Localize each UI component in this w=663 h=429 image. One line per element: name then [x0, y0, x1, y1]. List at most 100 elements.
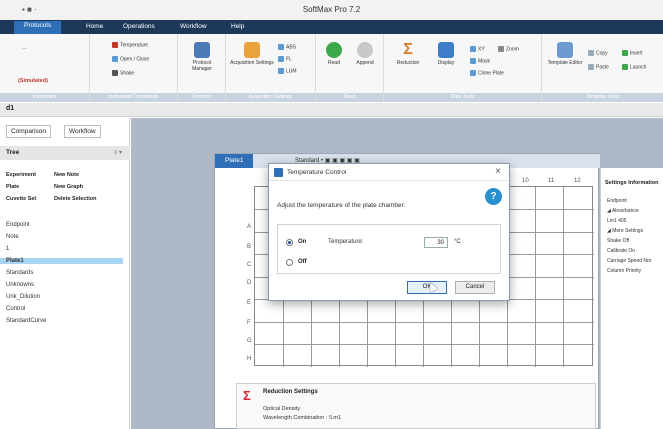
new-experiment-button[interactable]: Experiment	[6, 172, 36, 178]
instrument-name: —	[22, 46, 27, 52]
ribbon-group-commands: Temperature Open / Close Shake Instrumen…	[90, 34, 178, 102]
tree-item-endpoint[interactable]: Endpoint	[6, 222, 30, 228]
tree-title: Tree	[6, 149, 20, 156]
left-panel: Comparison Workflow Tree ≡ ▾ Experiment …	[0, 118, 130, 429]
delete-selection-button[interactable]: Delete Selection	[54, 196, 97, 202]
launch-button[interactable]: Launch	[622, 64, 646, 70]
tree-item-unk-dilution[interactable]: Unk_Dilution	[6, 294, 40, 300]
clone-plate-button[interactable]: Clone Plate	[470, 70, 504, 76]
display-button[interactable]: Display	[430, 42, 462, 66]
menu-help[interactable]: Help	[231, 23, 244, 30]
app-icon	[274, 168, 283, 177]
zoom-icon	[498, 46, 504, 52]
reduction-line: Optical Density	[263, 406, 300, 412]
group-label: Acquisition Settings	[226, 93, 315, 102]
col-label-10: 10	[522, 178, 529, 184]
tree-item-plate1[interactable]: Plate1	[0, 258, 123, 264]
lum-icon	[278, 68, 284, 74]
append-button[interactable]: Append	[350, 42, 380, 66]
ribbon-group-read: Read Append Read	[316, 34, 384, 102]
app-window: ▪ ■ · SoftMax Pro 7.2 Protocols Home Ope…	[0, 0, 663, 429]
menu-home[interactable]: Home	[86, 23, 103, 30]
menu-bar: Protocols Home Operations Workflow Help	[0, 20, 663, 34]
dialog-message: Adjust the temperature of the plate cham…	[277, 202, 406, 209]
settings-information-panel: Settings Information Endpoint ◢ Absorban…	[600, 168, 663, 429]
new-plate-button[interactable]: Plate	[6, 184, 19, 190]
reduction-settings-panel: Σ Reduction Settings Optical Density Wav…	[236, 383, 596, 429]
row-label-f: F	[247, 320, 251, 326]
temperature-input[interactable]: 30	[424, 237, 448, 248]
launch-icon	[622, 64, 628, 70]
insert-icon	[622, 50, 628, 56]
reduction-button[interactable]: Σ Reduction	[390, 41, 426, 67]
sigma-icon: Σ	[243, 388, 251, 403]
shake-button[interactable]: Shake	[112, 70, 134, 76]
ribbon-group-template-tools: Template Editor Copy Insert Paste Launch…	[542, 34, 663, 102]
group-label: Protocol	[178, 93, 225, 102]
tree-item-control[interactable]: Control	[6, 306, 25, 312]
radio-off-label[interactable]: Off	[298, 259, 307, 265]
protocol-manager-button[interactable]: Protocol Manager	[184, 42, 220, 72]
mask-icon	[470, 58, 476, 64]
group-label: Data Tools	[384, 93, 541, 102]
template-editor-button[interactable]: Template Editor	[546, 42, 584, 66]
xy-icon	[470, 46, 476, 52]
fl-button[interactable]: FL	[278, 56, 292, 62]
zoom-button[interactable]: Zoom	[498, 46, 519, 52]
menu-workflow[interactable]: Workflow	[180, 23, 207, 30]
fl-icon	[278, 56, 284, 62]
paste-button[interactable]: Paste	[588, 64, 609, 70]
tree-item-standards[interactable]: Standards	[6, 270, 33, 276]
settings-heading: Settings Information	[605, 180, 659, 186]
thermometer-icon	[112, 42, 118, 48]
acquisition-settings-button[interactable]: Acquisition Settings	[230, 42, 274, 66]
tree-menu-icon[interactable]: ≡ ▾	[114, 149, 122, 156]
new-graph-button[interactable]: New Graph	[54, 184, 83, 190]
tab-comparison[interactable]: Comparison	[6, 125, 52, 138]
new-note-button[interactable]: New Note	[54, 172, 79, 178]
new-cuvette-set-button[interactable]: Cuvette Set	[6, 196, 36, 202]
tree-item-unknowns[interactable]: Unknowns	[6, 282, 34, 288]
menu-operations[interactable]: Operations	[123, 23, 155, 30]
temperature-label: Temperature:	[328, 239, 364, 245]
mask-button[interactable]: Mask	[470, 58, 490, 64]
tree-item-standard-curve[interactable]: StandardCurve	[6, 318, 46, 324]
protocol-manager-icon	[194, 42, 210, 58]
group-label: Instrument	[0, 93, 89, 102]
group-label: Read	[316, 93, 383, 102]
temperature-button[interactable]: Temperature	[112, 42, 148, 48]
xy-button[interactable]: XY	[470, 46, 485, 52]
help-icon[interactable]: ?	[485, 188, 502, 205]
lum-button[interactable]: LUM	[278, 68, 297, 74]
group-label: Template Tools	[542, 93, 663, 102]
settings-line[interactable]: ◢ More Settings	[607, 228, 643, 234]
append-icon	[357, 42, 373, 58]
cancel-button[interactable]: Cancel	[455, 281, 495, 294]
title-bar: ▪ ■ · SoftMax Pro 7.2	[0, 0, 663, 20]
read-button[interactable]: Read	[320, 42, 348, 66]
radio-off[interactable]	[286, 259, 293, 266]
radio-on-label[interactable]: On	[298, 239, 306, 245]
settings-line: Column Priority	[607, 268, 642, 274]
insert-button[interactable]: Insert	[622, 50, 643, 56]
document-tab[interactable]: d1	[6, 105, 14, 112]
row-label-d: D	[247, 280, 252, 286]
radio-on[interactable]	[286, 239, 293, 246]
row-label-e: E	[247, 300, 252, 306]
menu-protocols[interactable]: Protocols	[14, 21, 62, 34]
settings-line[interactable]: ◢ Absorbance	[607, 208, 639, 214]
settings-line: Lm1 405	[607, 218, 627, 224]
tree-item-1[interactable]: 1	[6, 246, 9, 252]
tab-workflow[interactable]: Workflow	[64, 125, 101, 138]
close-icon[interactable]: ×	[495, 166, 501, 177]
copy-button[interactable]: Copy	[588, 50, 608, 56]
sigma-icon: Σ	[403, 41, 413, 58]
shake-icon	[112, 70, 118, 76]
temperature-options: On Off Temperature: 30 °C	[277, 224, 501, 274]
ribbon-group-data-tools: Σ Reduction Display XY Zoom Mask Clone P…	[384, 34, 542, 102]
plate-tab-title[interactable]: Plate1	[215, 154, 254, 168]
abs-button[interactable]: ABS	[278, 44, 296, 50]
tree-item-note[interactable]: Note	[6, 234, 19, 240]
open-close-button[interactable]: Open / Close	[112, 56, 149, 62]
reduction-line: Wavelength Combination : !Lm1	[263, 415, 342, 421]
